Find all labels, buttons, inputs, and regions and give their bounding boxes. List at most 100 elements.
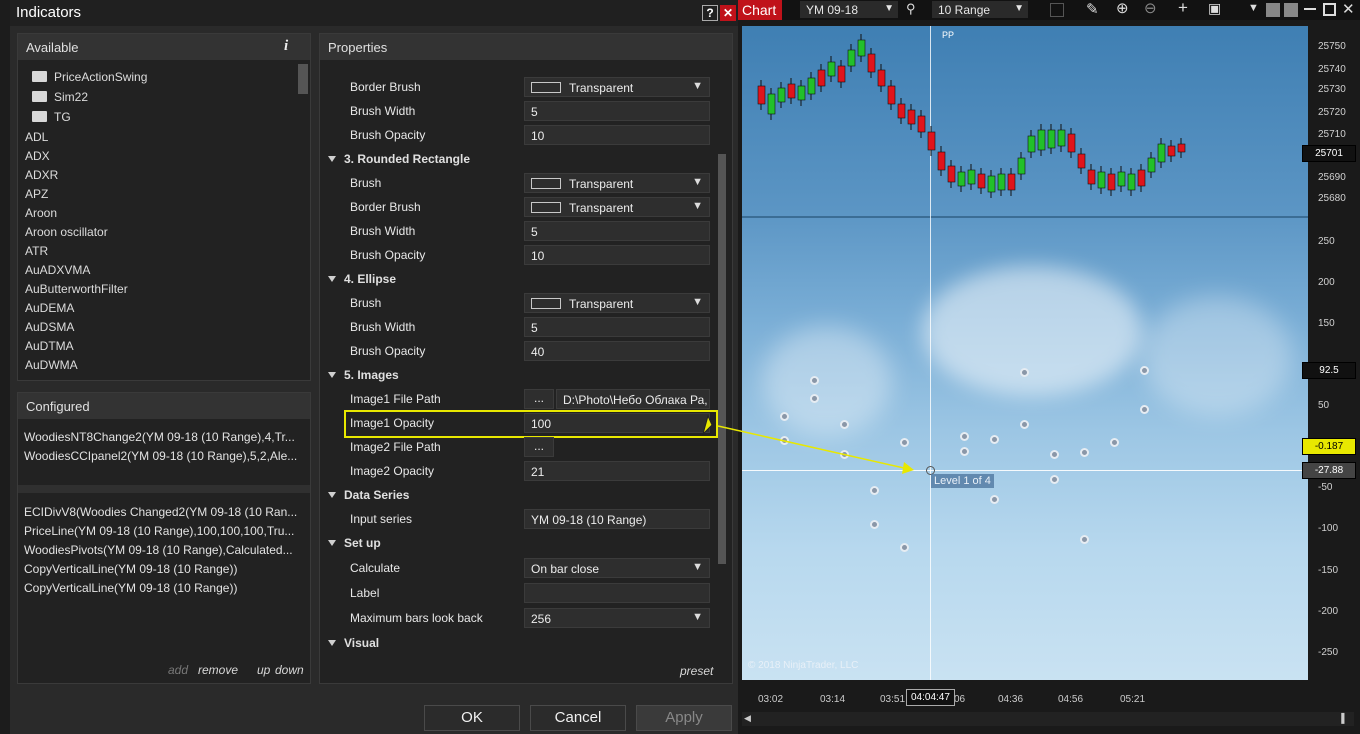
collapse-icon (328, 640, 336, 646)
indicator-dot (810, 376, 819, 385)
configured-header: Configured (18, 393, 310, 419)
brush-width-input[interactable]: 5 (524, 101, 710, 121)
time-tick: 03:02 (758, 694, 784, 705)
border-brush-select[interactable]: Transparent ▼ (524, 197, 710, 217)
annotation-arrow (702, 414, 914, 474)
list-item[interactable]: ADX (25, 149, 50, 168)
maximize-icon[interactable] (1323, 3, 1336, 16)
prop-row-image2-opacity: Image2 Opacity 21 (320, 459, 710, 483)
configured-item[interactable]: CopyVerticalLine(YM 09-18 (10 Range)) (24, 562, 306, 576)
input-series-field[interactable]: YM 09-18 (10 Range) (524, 509, 710, 529)
price-tick: 50 (1318, 400, 1330, 411)
configured-item[interactable]: WoodiesNT8Change2(YM 09-18 (10 Range),4,… (24, 430, 306, 444)
prop-row-calculate: Calculate On bar close ▼ (320, 556, 710, 580)
collapse-icon (328, 372, 336, 378)
configured-item[interactable]: PriceLine(YM 09-18 (10 Range),100,100,10… (24, 524, 306, 538)
price-tick: 25750 (1318, 41, 1346, 52)
horizontal-scrollbar[interactable]: ◀ ▐ (742, 712, 1354, 726)
list-item[interactable]: ATR (25, 244, 48, 263)
category-data-series[interactable]: Data Series (328, 488, 409, 502)
collapse-icon (328, 540, 336, 546)
help-button[interactable]: ? (702, 5, 718, 21)
category-ellipse[interactable]: 4. Ellipse (328, 272, 396, 286)
collapse-icon (328, 276, 336, 282)
list-item[interactable]: Sim22 (32, 90, 88, 109)
preset-link[interactable]: preset (680, 664, 713, 678)
list-item[interactable]: PriceActionSwing (32, 70, 147, 89)
list-item[interactable]: Aroon (25, 206, 57, 225)
indicator-dot (810, 394, 819, 403)
list-item[interactable]: TG (32, 110, 71, 129)
list-item[interactable]: APZ (25, 187, 48, 206)
up-link[interactable]: up (257, 663, 270, 677)
ok-button[interactable]: OK (424, 705, 520, 731)
prop-row-brush: Brush Transparent ▼ (320, 291, 710, 315)
price-tick: 25710 (1318, 129, 1346, 140)
image2-opacity-input[interactable]: 21 (524, 461, 710, 481)
category-rounded-rectangle[interactable]: 3. Rounded Rectangle (328, 152, 470, 166)
configured-item[interactable]: ECIDivV8(Woodies Changed2(YM 09-18 (10 R… (24, 505, 306, 519)
brush-opacity-input[interactable]: 10 (524, 245, 710, 265)
scroll-right-icon: ▐ (1338, 713, 1345, 723)
image1-path-input[interactable]: D:\Photo\Небо Облака Ра, (556, 389, 710, 409)
down-link[interactable]: down (275, 663, 304, 677)
list-item[interactable]: AuADXVMA (25, 263, 90, 282)
indicator-dot (1080, 535, 1089, 544)
list-item[interactable]: AuDSMA (25, 320, 74, 339)
brush-select[interactable]: Transparent ▼ (524, 293, 710, 313)
price-tick: 25720 (1318, 107, 1346, 118)
label-input[interactable] (524, 583, 710, 603)
price-tick: -100 (1318, 523, 1339, 534)
close-icon[interactable]: ✕ (1342, 0, 1355, 18)
apply-button[interactable]: Apply (636, 705, 732, 731)
list-item[interactable]: ADXR (25, 168, 58, 187)
brush-opacity-input[interactable]: 40 (524, 341, 710, 361)
cancel-button[interactable]: Cancel (530, 705, 626, 731)
add-link[interactable]: add (168, 663, 188, 677)
prop-row-image2-path: Image2 File Path ... (320, 435, 710, 459)
time-tick: 05:21 (1120, 694, 1146, 705)
configured-item[interactable]: WoodiesPivots(YM 09-18 (10 Range),Calcul… (24, 543, 306, 557)
indicator-dot (990, 435, 999, 444)
available-scrollbar[interactable] (298, 64, 308, 94)
border-brush-select[interactable]: Transparent ▼ (524, 77, 710, 97)
highlight-box (344, 410, 718, 438)
dialog-title-bar: Indicators (10, 0, 738, 26)
browse-button[interactable]: ... (524, 389, 554, 409)
list-item[interactable]: Aroon oscillator (25, 225, 108, 244)
brush-width-input[interactable]: 5 (524, 317, 710, 337)
configured-item[interactable]: WoodiesCCIpanel2(YM 09-18 (10 Range),5,2… (24, 449, 306, 463)
list-item[interactable]: ADL (25, 130, 48, 149)
configured-item[interactable]: CopyVerticalLine(YM 09-18 (10 Range)) (24, 581, 306, 595)
properties-scrollbar[interactable] (718, 154, 726, 564)
calculate-select[interactable]: On bar close ▼ (524, 558, 710, 578)
list-item[interactable]: AuDEMA (25, 301, 74, 320)
brush-opacity-input[interactable]: 10 (524, 125, 710, 145)
remove-link[interactable]: remove (198, 663, 238, 677)
category-visual[interactable]: Visual (328, 636, 379, 650)
list-item[interactable]: AuButterworthFilter (25, 282, 128, 301)
max-bars-select[interactable]: 256 ▼ (524, 608, 710, 628)
category-images[interactable]: 5. Images (328, 368, 399, 382)
list-item[interactable]: AuDWMA (25, 358, 78, 377)
indicators-dialog: Indicators ? ✕ Available i PriceActionSw… (10, 0, 738, 734)
browse-button[interactable]: ... (524, 437, 554, 457)
dialog-title: Indicators (16, 4, 82, 21)
category-set-up[interactable]: Set up (328, 536, 381, 550)
brush-select[interactable]: Transparent ▼ (524, 173, 710, 193)
list-item[interactable]: AuDTMA (25, 339, 74, 358)
prop-row-brush-width: Brush Width 5 (320, 315, 710, 339)
price-tick: 25730 (1318, 84, 1346, 95)
prop-row-border-brush: Border Brush Transparent ▼ (320, 195, 710, 219)
indicator-dots (738, 0, 1308, 680)
indicator-dot (870, 520, 879, 529)
info-icon[interactable]: i (284, 38, 288, 55)
chevron-down-icon: ▼ (692, 80, 703, 92)
close-button[interactable]: ✕ (720, 5, 736, 21)
configured-divider (18, 485, 310, 493)
properties-header: Properties (320, 34, 732, 60)
brush-width-input[interactable]: 5 (524, 221, 710, 241)
chevron-down-icon: ▼ (692, 611, 703, 623)
prop-row-brush-opacity: Brush Opacity 40 (320, 339, 710, 363)
indicator-dot (960, 447, 969, 456)
